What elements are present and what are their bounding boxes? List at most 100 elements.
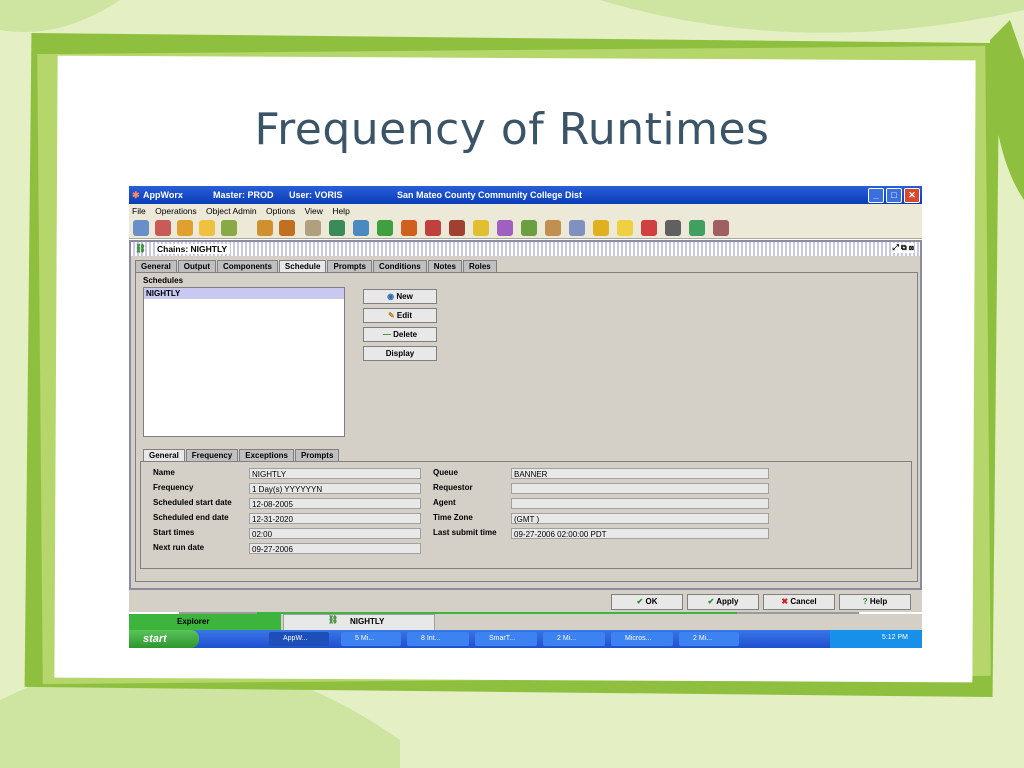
agent-field[interactable] <box>511 498 769 509</box>
schedule-panel: Schedules NIGHTLY ◉ New ✎ Edit — Delete … <box>135 272 918 582</box>
help-button[interactable]: ? Help <box>839 594 911 610</box>
last-submit-field[interactable]: 09-27-2006 02:00:00 PDT <box>511 528 769 539</box>
app-name: AppWorx <box>143 190 183 200</box>
window-titlebar: ✱ AppWorx Master: PROD User: VORIS San M… <box>129 186 922 204</box>
explorer-label: Explorer <box>177 617 210 626</box>
new-icon: ◉ <box>387 292 395 301</box>
new-button[interactable]: ◉ New <box>363 289 437 304</box>
ball-icon[interactable] <box>689 220 705 236</box>
chain-icon: ⛓ <box>328 615 339 624</box>
chain-icon[interactable] <box>221 220 237 236</box>
start-times-field[interactable]: 02:00 <box>249 528 421 539</box>
check-icon[interactable] <box>155 220 171 236</box>
menu-file[interactable]: File <box>132 206 146 216</box>
schedules-list[interactable]: NIGHTLY <box>143 287 345 437</box>
start-times-label: Start times <box>153 528 195 537</box>
menu-bar: File Operations Object Admin Options Vie… <box>129 204 922 218</box>
delete-button[interactable]: — Delete <box>363 327 437 342</box>
log-icon[interactable] <box>449 220 465 236</box>
list-item[interactable]: NIGHTLY <box>144 288 344 299</box>
ring-icon[interactable] <box>199 220 215 236</box>
pencil-icon: ✎ <box>387 311 395 320</box>
hash-icon[interactable] <box>665 220 681 236</box>
check-icon: ✔ <box>636 597 644 606</box>
clock: 5:12 PM <box>881 634 908 641</box>
cubes-icon[interactable] <box>377 220 393 236</box>
chain-editor-titlebar: ⛓ Chains: NIGHTLY ⤢ ⧉ ⊠ <box>131 242 920 256</box>
schedules-label: Schedules <box>143 276 184 285</box>
taskbar-item-misc[interactable]: 2 Mi... <box>543 632 605 646</box>
bar-icon[interactable] <box>257 220 273 236</box>
dialog-footer: ✔ OK ✔ Apply ✖ Cancel ? Help <box>129 590 922 612</box>
appworx-window: ✱ AppWorx Master: PROD User: VORIS San M… <box>129 186 922 651</box>
close-button[interactable]: ✕ <box>904 188 920 203</box>
system-tray: 5:12 PM <box>830 630 922 648</box>
maximize-button[interactable]: □ <box>886 188 902 203</box>
next-run-date-field[interactable]: 09-27-2006 <box>249 543 421 554</box>
start-button[interactable]: start <box>129 630 199 648</box>
taskbar-item-internet[interactable]: 8 Int... <box>407 632 469 646</box>
menu-operations[interactable]: Operations <box>155 206 197 216</box>
printer-icon[interactable] <box>177 220 193 236</box>
chain-editor-title: Chains: NIGHTLY <box>157 244 231 254</box>
last-submit-label: Last submit time <box>433 528 497 537</box>
nightly-label: NIGHTLY <box>350 617 385 626</box>
label-icon[interactable] <box>569 220 585 236</box>
taskbar-item-misc2[interactable]: 2 Mi... <box>679 632 739 646</box>
ok-button[interactable]: ✔ OK <box>611 594 683 610</box>
menu-object-admin[interactable]: Object Admin <box>206 206 257 216</box>
time-zone-field[interactable]: (GMT ) <box>511 513 769 524</box>
chain-icon: ⛓ <box>135 243 146 253</box>
display-button[interactable]: Display <box>363 346 437 361</box>
name-field[interactable]: NIGHTLY <box>249 468 421 479</box>
queue-label: Queue <box>433 468 458 477</box>
cancel-button[interactable]: ✖ Cancel <box>763 594 835 610</box>
question-icon: ? <box>862 597 868 606</box>
minimize-button[interactable]: _ <box>868 188 884 203</box>
apply-button[interactable]: ✔ Apply <box>687 594 759 610</box>
chain-editor-window: ⛓ Chains: NIGHTLY ⤢ ⧉ ⊠ General Output C… <box>129 240 922 590</box>
frequency-field[interactable]: 1 Day(s) YYYYYYN <box>249 483 421 494</box>
books-icon[interactable] <box>279 220 295 236</box>
x-icon: ✖ <box>781 597 789 606</box>
minus-icon: — <box>382 330 391 339</box>
requestor-field[interactable] <box>511 483 769 494</box>
explorer-icon[interactable] <box>133 220 149 236</box>
taskbar-item-appworx[interactable]: AppW... <box>269 632 329 646</box>
start-date-field[interactable]: 12-08-2005 <box>249 498 421 509</box>
next-run-date-label: Next run date <box>153 543 205 552</box>
windows-taskbar: start AppW... 5 Mi... 8 Int... SmarT... … <box>129 630 922 648</box>
menu-help[interactable]: Help <box>332 206 349 216</box>
explorer-tab[interactable]: Explorer <box>129 614 281 630</box>
paint-icon[interactable] <box>497 220 513 236</box>
nightly-tab[interactable]: ⛓ NIGHTLY <box>283 614 435 631</box>
master-label: Master: PROD <box>213 190 274 200</box>
inner-window-controls[interactable]: ⤢ ⧉ ⊠ <box>892 243 914 253</box>
folder-icon[interactable] <box>473 220 489 236</box>
stack2-icon[interactable] <box>425 220 441 236</box>
time-zone-label: Time Zone <box>433 513 473 522</box>
queue-field[interactable]: BANNER <box>511 468 769 479</box>
appworx-task-row: Explorer ⛓ NIGHTLY <box>129 614 922 631</box>
menu-view[interactable]: View <box>305 206 323 216</box>
menu-options[interactable]: Options <box>266 206 295 216</box>
taskbar-item-mail[interactable]: 5 Mi... <box>341 632 401 646</box>
globe-icon[interactable] <box>329 220 345 236</box>
slide-title: Frequency of Runtimes <box>254 104 770 155</box>
lock-icon[interactable] <box>593 220 609 236</box>
requestor-label: Requestor <box>433 483 473 492</box>
cubes2-icon[interactable] <box>521 220 537 236</box>
stack-icon[interactable] <box>401 220 417 236</box>
wand-icon[interactable] <box>305 220 321 236</box>
tools-icon[interactable] <box>545 220 561 236</box>
star-icon[interactable] <box>641 220 657 236</box>
screen-icon[interactable] <box>353 220 369 236</box>
end-date-field[interactable]: 12-31-2020 <box>249 513 421 524</box>
people-icon[interactable] <box>713 220 729 236</box>
taskbar-item-microsoft[interactable]: Micros... <box>611 632 673 646</box>
user-label: User: VORIS <box>289 190 343 200</box>
edit-button[interactable]: ✎ Edit <box>363 308 437 323</box>
taskbar-item-smart[interactable]: SmarT... <box>475 632 537 646</box>
face-icon[interactable] <box>617 220 633 236</box>
app-icon: ✱ <box>132 190 140 200</box>
